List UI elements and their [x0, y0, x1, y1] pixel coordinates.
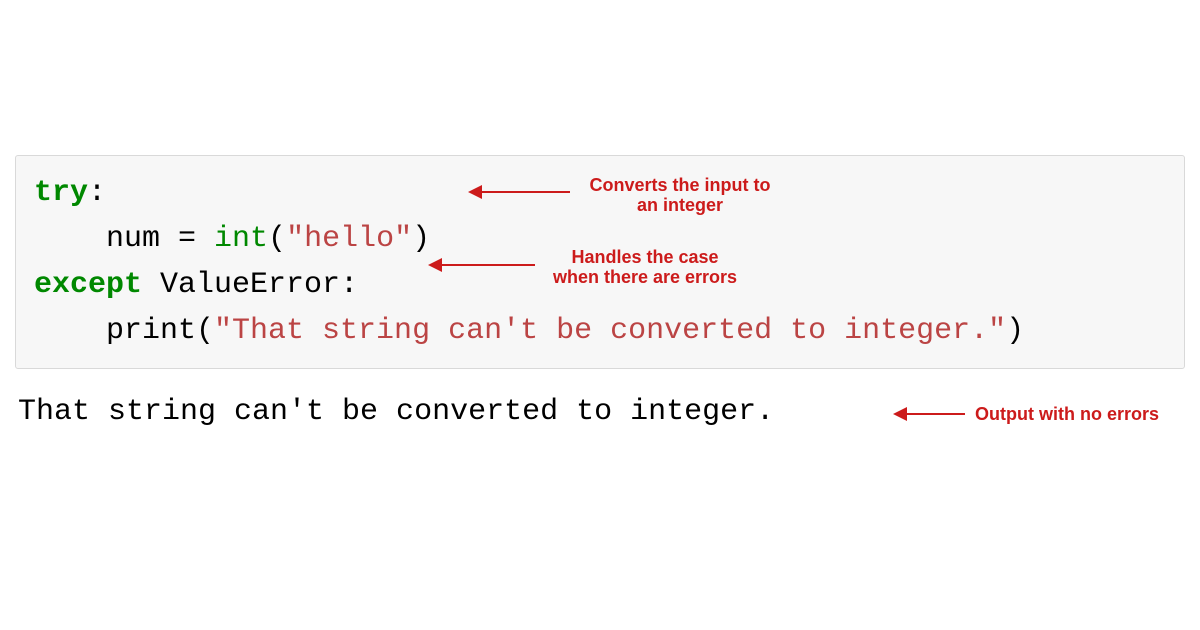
- output-text: That string can't be converted to intege…: [18, 395, 774, 429]
- string-literal: "That string can't be converted to integ…: [214, 314, 1006, 348]
- code-text: num =: [34, 222, 214, 256]
- colon: :: [88, 176, 106, 210]
- string-literal: "hello": [286, 222, 412, 256]
- keyword-except: except: [34, 268, 142, 302]
- paren-open: (: [268, 222, 286, 256]
- code-line-4: print("That string can't be converted to…: [34, 308, 1166, 354]
- annotation-handles: Handles the case when there are errors: [545, 247, 745, 287]
- arrow-icon: [895, 413, 965, 415]
- arrow-icon: [470, 191, 570, 193]
- code-text: print(: [34, 314, 214, 348]
- function-int: int: [214, 222, 268, 256]
- annotation-text: Handles the case: [571, 247, 718, 267]
- annotation-text: Converts the input to: [590, 175, 771, 195]
- paren-close: ): [412, 222, 430, 256]
- arrow-icon: [430, 264, 535, 266]
- annotation-convert: Converts the input to an integer: [580, 175, 780, 215]
- annotation-output: Output with no errors: [975, 404, 1195, 424]
- annotation-text: an integer: [637, 195, 723, 215]
- paren-close: ): [1006, 314, 1024, 348]
- keyword-try: try: [34, 176, 88, 210]
- annotation-text: Output with no errors: [975, 404, 1159, 424]
- annotation-text: when there are errors: [553, 267, 737, 287]
- code-text: ValueError:: [142, 268, 358, 302]
